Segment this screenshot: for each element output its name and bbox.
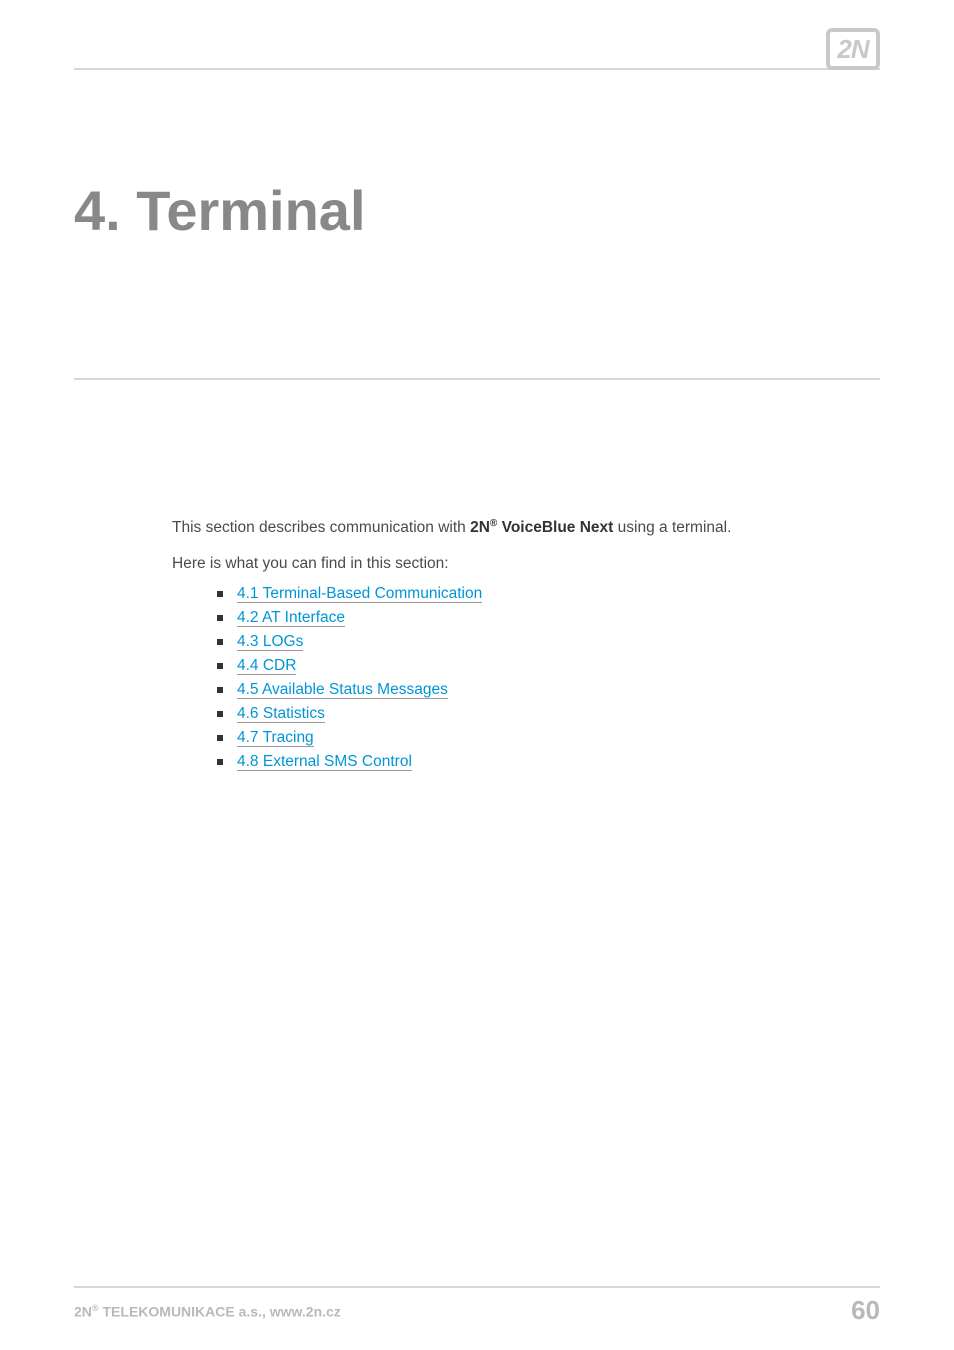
list-item: 4.8 External SMS Control xyxy=(213,750,868,774)
sub-intro: Here is what you can find in this sectio… xyxy=(172,552,868,576)
intro-text-prefix: This section describes communication wit… xyxy=(172,519,470,536)
list-item: 4.7 Tracing xyxy=(213,726,868,750)
list-item: 4.5 Available Status Messages xyxy=(213,678,868,702)
product-name: 2N® VoiceBlue Next xyxy=(470,519,613,536)
link-statistics[interactable]: 4.6 Statistics xyxy=(237,705,325,723)
header-rule xyxy=(74,68,880,70)
link-logs[interactable]: 4.3 LOGs xyxy=(237,633,303,651)
brand-logo: 2N xyxy=(826,28,880,70)
intro-paragraph: This section describes communication wit… xyxy=(172,516,868,540)
link-terminal-based-communication[interactable]: 4.1 Terminal-Based Communication xyxy=(237,585,482,603)
section-list: 4.1 Terminal-Based Communication 4.2 AT … xyxy=(213,582,868,774)
page-number: 60 xyxy=(851,1295,880,1326)
link-available-status-messages[interactable]: 4.5 Available Status Messages xyxy=(237,681,448,699)
link-cdr[interactable]: 4.4 CDR xyxy=(237,657,296,675)
title-rule xyxy=(74,378,880,380)
list-item: 4.4 CDR xyxy=(213,654,868,678)
link-external-sms-control[interactable]: 4.8 External SMS Control xyxy=(237,753,412,771)
link-at-interface[interactable]: 4.2 AT Interface xyxy=(237,609,345,627)
link-tracing[interactable]: 4.7 Tracing xyxy=(237,729,314,747)
list-item: 4.2 AT Interface xyxy=(213,606,868,630)
footer-left: 2N® TELEKOMUNIKACE a.s., www.2n.cz xyxy=(74,1303,341,1320)
list-item: 4.6 Statistics xyxy=(213,702,868,726)
brand-logo-text: 2N xyxy=(837,34,868,65)
chapter-title: 4. Terminal xyxy=(74,178,366,243)
footer-rule xyxy=(74,1286,880,1288)
list-item: 4.1 Terminal-Based Communication xyxy=(213,582,868,606)
intro-text-suffix: using a terminal. xyxy=(613,519,731,536)
list-item: 4.3 LOGs xyxy=(213,630,868,654)
